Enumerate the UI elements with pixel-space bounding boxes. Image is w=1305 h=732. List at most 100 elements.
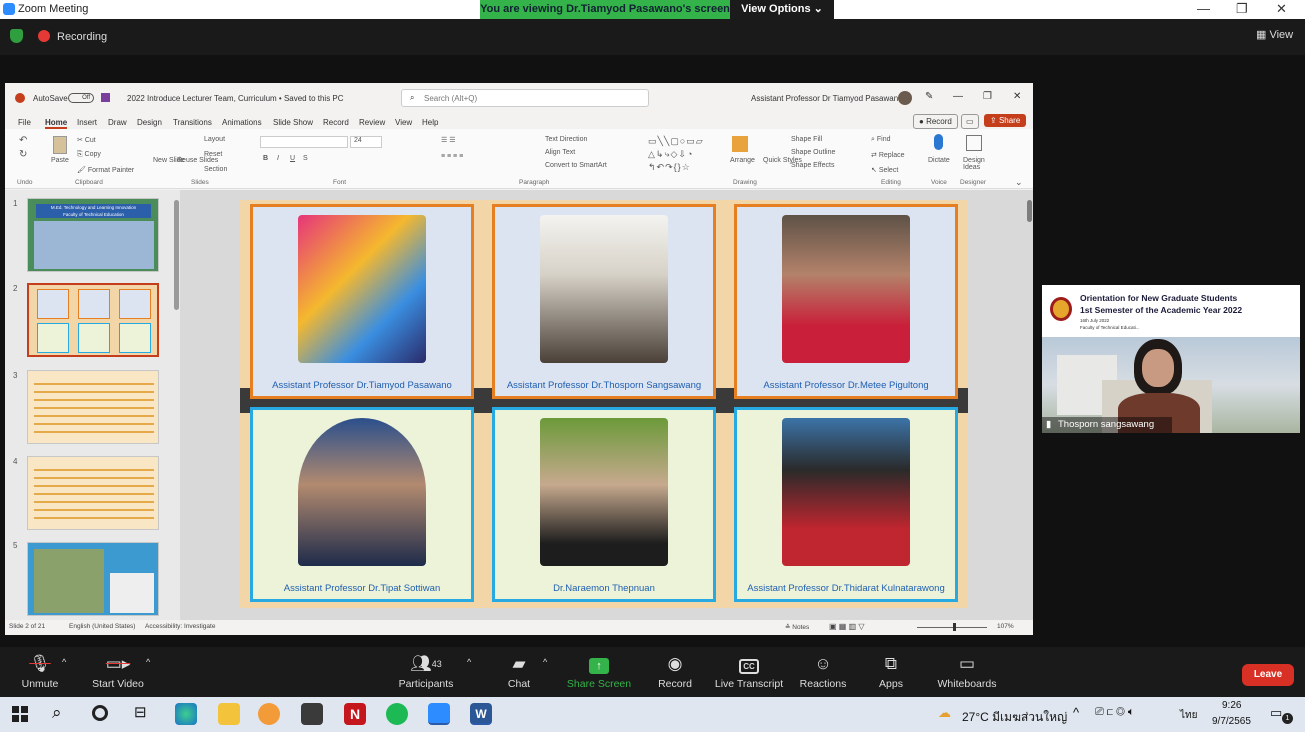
shape-outline-button[interactable]: Shape Outline	[791, 149, 835, 156]
account-name[interactable]: Assistant Professor Dr Tiamyod Pasawano	[751, 94, 903, 103]
tray-chevron-icon[interactable]: ^	[1073, 705, 1079, 720]
tab-view[interactable]: View	[395, 118, 412, 127]
participants-button[interactable]: 👥︎43 Participants	[386, 652, 466, 690]
thumbnails-scrollbar[interactable]	[174, 200, 179, 310]
slide-thumbnail-selected[interactable]	[27, 283, 159, 357]
collapse-ribbon-icon[interactable]: ⌄	[1015, 177, 1023, 188]
record-button[interactable]: ◉ Record	[635, 652, 715, 690]
language-indicator[interactable]: English (United States)	[69, 623, 135, 630]
comments-icon[interactable]: ▭	[961, 114, 979, 129]
share-screen-button[interactable]: ↑ Share Screen	[559, 652, 639, 690]
zoom-slider-thumb[interactable]	[953, 623, 956, 631]
slide-thumbnail[interactable]	[27, 370, 159, 444]
tab-design[interactable]: Design	[137, 118, 162, 127]
font-size-select[interactable]: 24	[350, 136, 382, 148]
restore-icon[interactable]: ❐	[983, 91, 992, 102]
search-box[interactable]: ⌕ Search (Alt+Q)	[401, 89, 649, 107]
undo-icon[interactable]: ↶	[19, 135, 27, 146]
participant-video-tile[interactable]: Orientation for New Graduate Students 1s…	[1042, 285, 1300, 433]
security-shield-icon[interactable]	[10, 29, 23, 43]
paste-label[interactable]: Paste	[51, 157, 69, 164]
document-title[interactable]: 2022 Introduce Lecturer Team, Curriculum…	[127, 94, 344, 103]
shadow-button[interactable]: S	[303, 155, 308, 162]
slide-thumbnail[interactable]: M.Ed. Technology and Learning Innovation…	[27, 198, 159, 272]
view-options-button[interactable]: View Options ⌄	[730, 0, 834, 19]
avatar[interactable]	[898, 91, 912, 105]
shapes-gallery-row3[interactable]: ↰↶↷{}☆	[648, 162, 691, 173]
underline-button[interactable]: U	[290, 155, 295, 162]
save-icon[interactable]	[101, 93, 110, 102]
replace-button[interactable]: ⇄ Replace	[871, 151, 905, 159]
slide-scrollbar[interactable]	[1027, 200, 1032, 222]
minimize-icon[interactable]: —	[1197, 1, 1210, 16]
minimize-icon[interactable]: —	[953, 91, 963, 102]
slide-thumbnail[interactable]	[27, 542, 159, 616]
netflix-icon[interactable]: N	[344, 703, 366, 725]
chevron-up-icon[interactable]: ^	[62, 657, 66, 667]
tab-draw[interactable]: Draw	[108, 118, 127, 127]
tab-home[interactable]: Home	[45, 118, 68, 129]
slide-thumbnail[interactable]	[27, 456, 159, 530]
copy-button[interactable]: ⎘ Copy	[77, 151, 101, 159]
tab-review[interactable]: Review	[359, 118, 385, 127]
chevron-up-icon[interactable]: ^	[467, 657, 471, 667]
find-button[interactable]: ⌕ Find	[871, 136, 891, 144]
task-view-icon[interactable]: ⊟	[134, 703, 147, 721]
store-icon[interactable]	[301, 703, 323, 725]
format-painter-button[interactable]: 🖌 Format Painter	[77, 166, 134, 174]
section-button[interactable]: Section	[204, 166, 227, 173]
unmute-button[interactable]: 🎙︎ Unmute	[0, 652, 80, 690]
tray-icons[interactable]: ⎚ ⊏ ◎ 🔈︎	[1095, 706, 1134, 719]
apps-button[interactable]: ⧉ Apps	[851, 652, 931, 690]
share-button[interactable]: ⇪ Share	[984, 114, 1027, 127]
chevron-up-icon[interactable]: ^	[543, 657, 547, 667]
windows-start-icon[interactable]	[12, 706, 28, 722]
align-icons[interactable]: ≡ ≡ ≡ ≡	[441, 153, 463, 160]
clock-time[interactable]: 9:26	[1222, 700, 1241, 711]
tab-record[interactable]: Record	[323, 118, 349, 127]
tab-animations[interactable]: Animations	[222, 118, 262, 127]
maximize-icon[interactable]: ❐	[1236, 1, 1248, 17]
smartart-button[interactable]: Convert to SmartArt	[545, 162, 607, 169]
align-text-button[interactable]: Align Text	[545, 149, 575, 156]
shapes-gallery[interactable]: ▭╲╲▢○▭▱	[648, 136, 704, 147]
whiteboards-button[interactable]: ▭ Whiteboards	[927, 652, 1007, 690]
shapes-gallery-row2[interactable]: △↳⤷◇⇩◔	[648, 149, 693, 160]
reuse-slides-button[interactable]: Reuse Slides	[177, 157, 218, 164]
design-ideas-button[interactable]: Design Ideas	[963, 157, 989, 171]
font-family-select[interactable]	[260, 136, 348, 148]
search-icon[interactable]: ⌕	[52, 703, 62, 723]
tab-slide-show[interactable]: Slide Show	[273, 118, 313, 127]
arrange-button[interactable]: Arrange	[730, 157, 755, 164]
edge-icon[interactable]	[175, 703, 197, 725]
file-explorer-icon[interactable]	[218, 703, 240, 725]
spotify-icon[interactable]	[386, 703, 408, 725]
notification-icon[interactable]: ▭	[1270, 705, 1282, 721]
leave-button[interactable]: Leave	[1242, 664, 1294, 686]
tab-file[interactable]: File	[18, 118, 31, 127]
live-transcript-button[interactable]: CC Live Transcript	[709, 652, 789, 690]
tab-transitions[interactable]: Transitions	[173, 118, 212, 127]
accessibility-indicator[interactable]: Accessibility: Investigate	[145, 623, 215, 630]
view-mode-icons[interactable]: ▣ ▦ ▥ ▽	[829, 622, 865, 631]
text-direction-button[interactable]: Text Direction	[545, 136, 587, 143]
redo-icon[interactable]: ↻	[19, 149, 27, 160]
weather-text[interactable]: 27°C มีเมฆส่วนใหญ่	[962, 708, 1067, 727]
record-button[interactable]: ● Record	[913, 114, 958, 129]
cortana-icon[interactable]	[92, 705, 108, 721]
notes-button[interactable]: ≙ Notes	[785, 623, 809, 631]
shape-effects-button[interactable]: Shape Effects	[791, 162, 834, 169]
layout-button[interactable]: Layout	[204, 136, 225, 143]
microphone-icon[interactable]	[934, 134, 943, 150]
cut-button[interactable]: ✂ Cut	[77, 136, 96, 144]
autosave-toggle[interactable]: Off	[68, 93, 94, 103]
pen-icon[interactable]: ✎	[925, 91, 933, 102]
arrange-icon[interactable]	[732, 136, 748, 152]
clock-date[interactable]: 9/7/2565	[1212, 716, 1251, 727]
view-button[interactable]: ▦ View	[1256, 28, 1293, 41]
bold-button[interactable]: B	[263, 155, 268, 162]
zoom-level[interactable]: 107%	[997, 623, 1014, 630]
dictate-button[interactable]: Dictate	[928, 157, 950, 164]
chevron-up-icon[interactable]: ^	[146, 657, 150, 667]
design-ideas-icon[interactable]	[966, 135, 982, 151]
